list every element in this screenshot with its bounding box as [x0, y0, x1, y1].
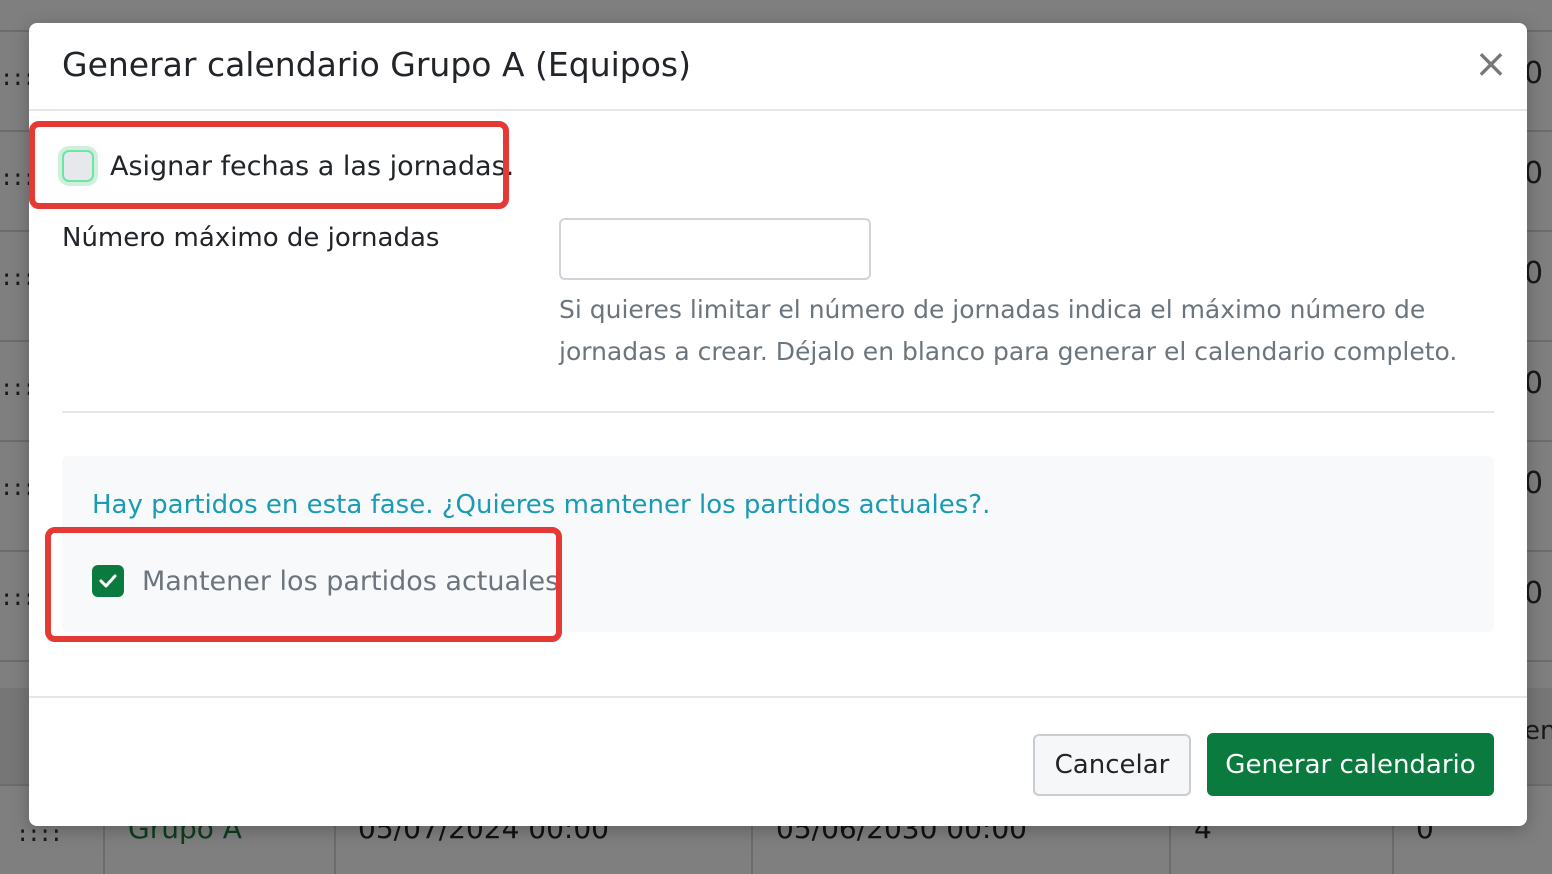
max-rounds-input[interactable] — [559, 218, 871, 280]
close-icon[interactable]: × — [1471, 41, 1511, 87]
assign-dates-label[interactable]: Asignar fechas a las jornadas. — [110, 151, 514, 182]
section-divider — [62, 411, 1494, 413]
checkmark-icon — [99, 574, 117, 588]
assign-dates-checkbox[interactable] — [62, 150, 94, 182]
existing-matches-panel: Hay partidos en esta fase. ¿Quieres mant… — [62, 456, 1494, 632]
keep-matches-option[interactable]: Mantener los partidos actuales — [92, 564, 559, 598]
generate-calendar-button[interactable]: Generar calendario — [1207, 733, 1494, 796]
modal-header: Generar calendario Grupo A (Equipos) × — [29, 23, 1527, 111]
assign-dates-option[interactable]: Asignar fechas a las jornadas. — [62, 146, 514, 186]
keep-matches-label[interactable]: Mantener los partidos actuales — [142, 566, 559, 597]
cancel-button[interactable]: Cancelar — [1033, 734, 1191, 796]
max-rounds-help: Si quieres limitar el número de jornadas… — [559, 295, 1458, 366]
generate-calendar-modal: Generar calendario Grupo A (Equipos) × A… — [29, 23, 1527, 826]
existing-matches-notice: Hay partidos en esta fase. ¿Quieres mant… — [92, 490, 991, 520]
keep-matches-checkbox[interactable] — [92, 565, 124, 597]
modal-title: Generar calendario Grupo A (Equipos) — [62, 45, 691, 84]
modal-footer: Cancelar Generar calendario — [29, 696, 1527, 826]
max-rounds-label: Número máximo de jornadas — [62, 223, 440, 253]
